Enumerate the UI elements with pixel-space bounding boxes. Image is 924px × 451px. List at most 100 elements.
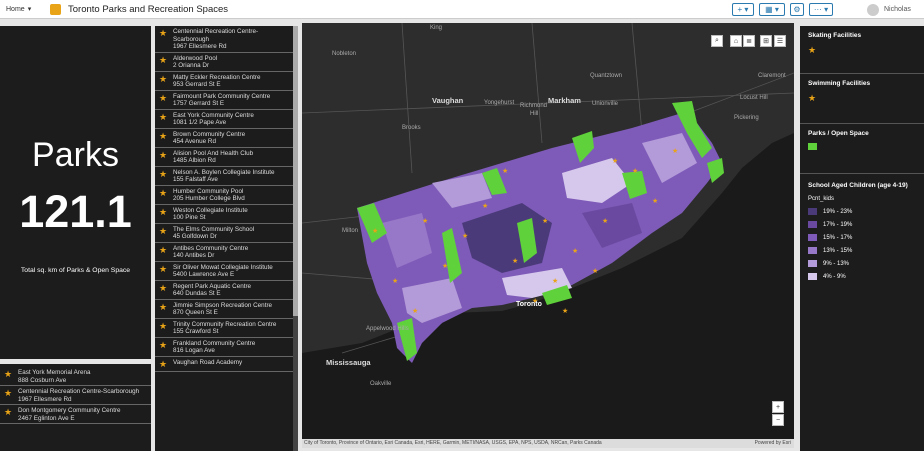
star-icon: ★ (159, 168, 168, 179)
list-item[interactable]: ★ Alision Pool And Health Club 1485 Albion… (155, 148, 293, 167)
legend-skating: Skating Facilities ★ (800, 26, 924, 74)
list-item[interactable]: ★ Centennial Recreation Centre-Scarboroug… (155, 26, 293, 53)
star-icon: ★ (4, 407, 13, 417)
list-item[interactable]: ★ Antibes Community Centre 140 Antibes Dr (155, 243, 293, 262)
list-item[interactable]: ★ Trinity Community Recreation Centre 155 … (155, 319, 293, 338)
svg-text:★: ★ (502, 167, 508, 175)
list-item[interactable]: ★ Vaughan Road Academy (155, 357, 293, 372)
list-item[interactable]: ★ East York Memorial Arena 888 Cosburn Ave (0, 367, 151, 386)
parks-indicator: Parks 121.1 Total sq. km of Parks & Open… (0, 26, 151, 359)
park-swatch (808, 143, 817, 150)
svg-text:★: ★ (392, 277, 398, 285)
list-item[interactable]: ★ Brown Community Centre 454 Avenue Rd (155, 129, 293, 148)
svg-text:★: ★ (592, 267, 598, 275)
basemap-icon[interactable]: ⊞ (760, 35, 772, 47)
facility-name: Centennial Recreation Centre-Scarborough (173, 28, 259, 43)
list-item[interactable]: ★ Frankland Community Centre 816 Logan Ave (155, 338, 293, 357)
list-item[interactable]: ★ Fairmount Park Community Centre 1757 Ger… (155, 91, 293, 110)
home-icon[interactable]: ⌂ (730, 35, 742, 47)
legend-icon[interactable]: ☰ (774, 35, 786, 47)
facility-name: Regent Park Aquatic Centre (173, 282, 252, 290)
facility-name: Trinity Community Recreation Centre (173, 320, 277, 328)
zoom-in-button[interactable]: + (772, 401, 784, 413)
facility-name: Don Montgomery Community Centre (18, 407, 121, 414)
star-icon: ★ (159, 92, 168, 103)
list-item[interactable]: ★ Matty Eckler Recreation Centre 953 Gerra… (155, 72, 293, 91)
legend-class-row: 13% - 15% (808, 247, 924, 254)
list-item[interactable]: ★ Centennial Recreation Centre-Scarboroug… (0, 386, 151, 405)
list-item-text: Don Montgomery Community Centre 2467 Egli… (18, 407, 121, 422)
list-item[interactable]: ★ Nelson A. Boylen Collegiate Institute 15… (155, 167, 293, 186)
list-item[interactable]: ★ Weston Collegiate Institute 100 Pine St (155, 205, 293, 224)
facility-address: 100 Pine St (173, 214, 206, 221)
legend-class-row: 17% - 19% (808, 221, 924, 228)
star-icon: ★ (159, 73, 168, 84)
map-label-claremont: Claremont (758, 73, 786, 79)
legend-class-row: 19% - 23% (808, 208, 924, 215)
svg-text:★: ★ (562, 307, 568, 315)
attribution-text: City of Toronto, Province of Ontario, Es… (304, 440, 602, 446)
star-icon: ★ (159, 225, 168, 236)
list-item-text: Sir Oliver Mowat Collegiate Institute 540… (173, 264, 273, 279)
home-menu[interactable]: Home ▾ (0, 5, 46, 14)
facility-name: Alision Pool And Health Club (173, 149, 254, 157)
legend-school: School Aged Children (age 4-19) Pcnt_kid… (800, 174, 924, 280)
class-label: 19% - 23% (823, 208, 853, 215)
facility-name: Centennial Recreation Centre-Scarborough (18, 388, 140, 395)
user-name[interactable]: Nicholas (884, 6, 924, 13)
svg-text:★: ★ (442, 262, 448, 270)
facility-name: Alderwood Pool (173, 54, 218, 62)
facility-name: The Elms Community School (173, 225, 255, 233)
star-icon: ★ (159, 149, 168, 160)
top-bar: Home ▾ Toronto Parks and Recreation Spac… (0, 0, 924, 19)
facility-address: 45 Golfdown Dr (173, 233, 217, 240)
more-button[interactable]: ··· ▾ (809, 3, 833, 16)
legend-swimming: Swimming Facilities ★ (800, 74, 924, 124)
facility-address: 953 Gerrard St E (173, 81, 221, 88)
legend-panel: Skating Facilities ★ Swimming Facilities… (800, 26, 924, 451)
list-item[interactable]: ★ Don Montgomery Community Centre 2467 Egl… (0, 405, 151, 424)
facility-address: 816 Logan Ave (173, 347, 215, 354)
class-label: 17% - 19% (823, 221, 853, 228)
add-button[interactable]: + ▾ (732, 3, 754, 16)
list-item[interactable]: ★ Humber Community Pool 205 Humber College… (155, 186, 293, 205)
list-scrollbar-thumb[interactable] (293, 26, 298, 316)
svg-text:★: ★ (552, 277, 558, 285)
layout-button[interactable]: ▦ ▾ (759, 3, 785, 16)
star-icon: ★ (159, 339, 168, 350)
layers-icon[interactable]: ≣ (743, 35, 755, 47)
list-item[interactable]: ★ East York Community Centre 1081 1/2 Pape… (155, 110, 293, 129)
svg-text:★: ★ (372, 227, 378, 235)
star-icon: ★ (159, 28, 168, 38)
star-icon: ★ (4, 388, 13, 398)
powered-by-esri[interactable]: Powered by Esri (755, 439, 791, 448)
map-label-toronto: Toronto (516, 301, 542, 308)
facility-name: Fairmount Park Community Centre (173, 92, 271, 100)
map-view[interactable]: ★ ★ ★ ★ ★ ★ ★ ★ ★ ★ ★ ★ ★ ★ ★ ★ ★ ★ ★ ★ King Nobleton… (302, 23, 794, 448)
star-icon: ★ (4, 369, 13, 379)
class-label: 9% - 13% (823, 260, 850, 267)
svg-text:★: ★ (482, 202, 488, 210)
star-icon: ★ (159, 206, 168, 217)
map-label-pickering: Pickering (734, 115, 759, 121)
facility-address: 155 Crawford St (173, 328, 219, 335)
list-item-text: Regent Park Aquatic Centre 640 Dundas St … (173, 283, 251, 298)
avatar[interactable] (867, 3, 879, 16)
list-item[interactable]: ★ The Elms Community School 45 Golfdown Dr (155, 224, 293, 243)
map-label-nobleton: Nobleton (332, 51, 357, 57)
list-item[interactable]: ★ Sir Oliver Mowat Collegiate Institute 54… (155, 262, 293, 281)
zoom-out-button[interactable]: − (772, 414, 784, 426)
facility-address: 2467 Eglinton Ave E (18, 414, 75, 422)
star-icon: ★ (159, 263, 168, 274)
list-item-text: Jimmie Simpson Recreation Centre 870 Quee… (173, 302, 272, 317)
settings-button[interactable]: ⚙ (790, 3, 804, 16)
map-label-hill: Hill (530, 111, 539, 117)
list-item[interactable]: ★ Jimmie Simpson Recreation Centre 870 Que… (155, 300, 293, 319)
list-item[interactable]: ★ Alderwood Pool 2 Orianna Dr (155, 53, 293, 72)
search-icon[interactable]: ⌕ (711, 35, 723, 47)
facility-address: 155 Falstaff Ave (173, 176, 218, 183)
svg-text:★: ★ (602, 217, 608, 225)
facility-address: 1485 Albion Rd (173, 157, 216, 164)
star-icon: ★ (159, 320, 168, 331)
list-item[interactable]: ★ Regent Park Aquatic Centre 640 Dundas St… (155, 281, 293, 300)
